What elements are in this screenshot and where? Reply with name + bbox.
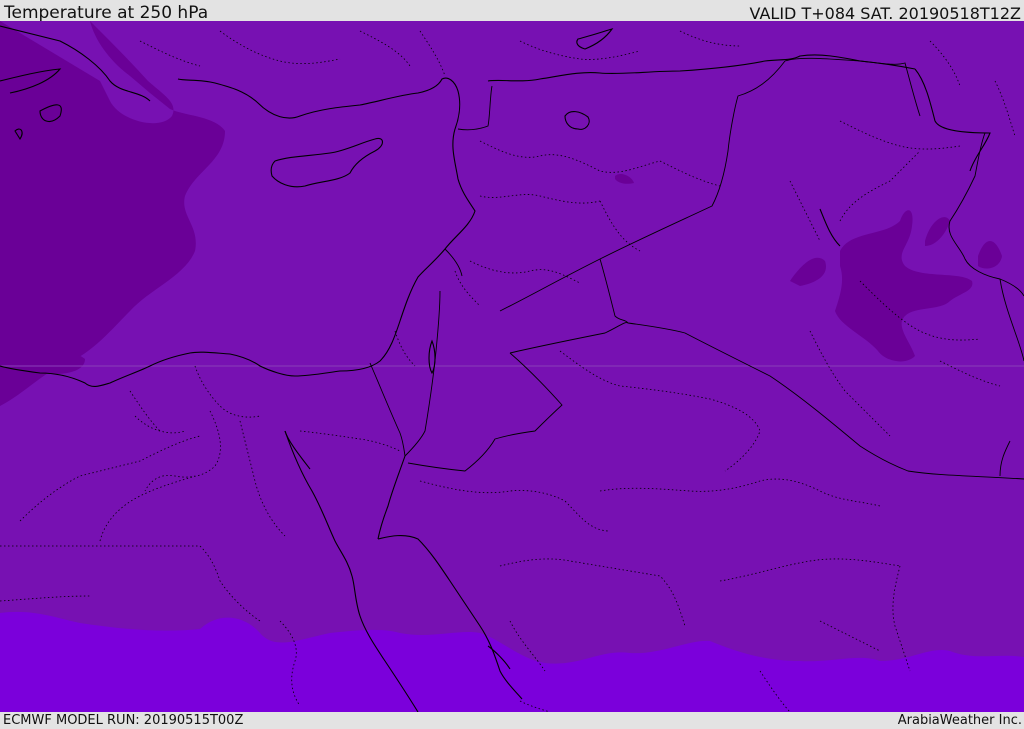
temperature-map[interactable] — [0, 21, 1024, 712]
map-title: Temperature at 250 hPa — [4, 3, 209, 23]
credit-label: ArabiaWeather Inc. — [897, 713, 1022, 728]
map-canvas — [0, 21, 1024, 712]
header-bar: Temperature at 250 hPa VALID T+084 SAT. … — [0, 0, 1024, 23]
model-run: ECMWF MODEL RUN: 20190515T00Z — [3, 713, 244, 728]
footer-bar: ECMWF MODEL RUN: 20190515T00Z ArabiaWeat… — [0, 712, 1024, 729]
